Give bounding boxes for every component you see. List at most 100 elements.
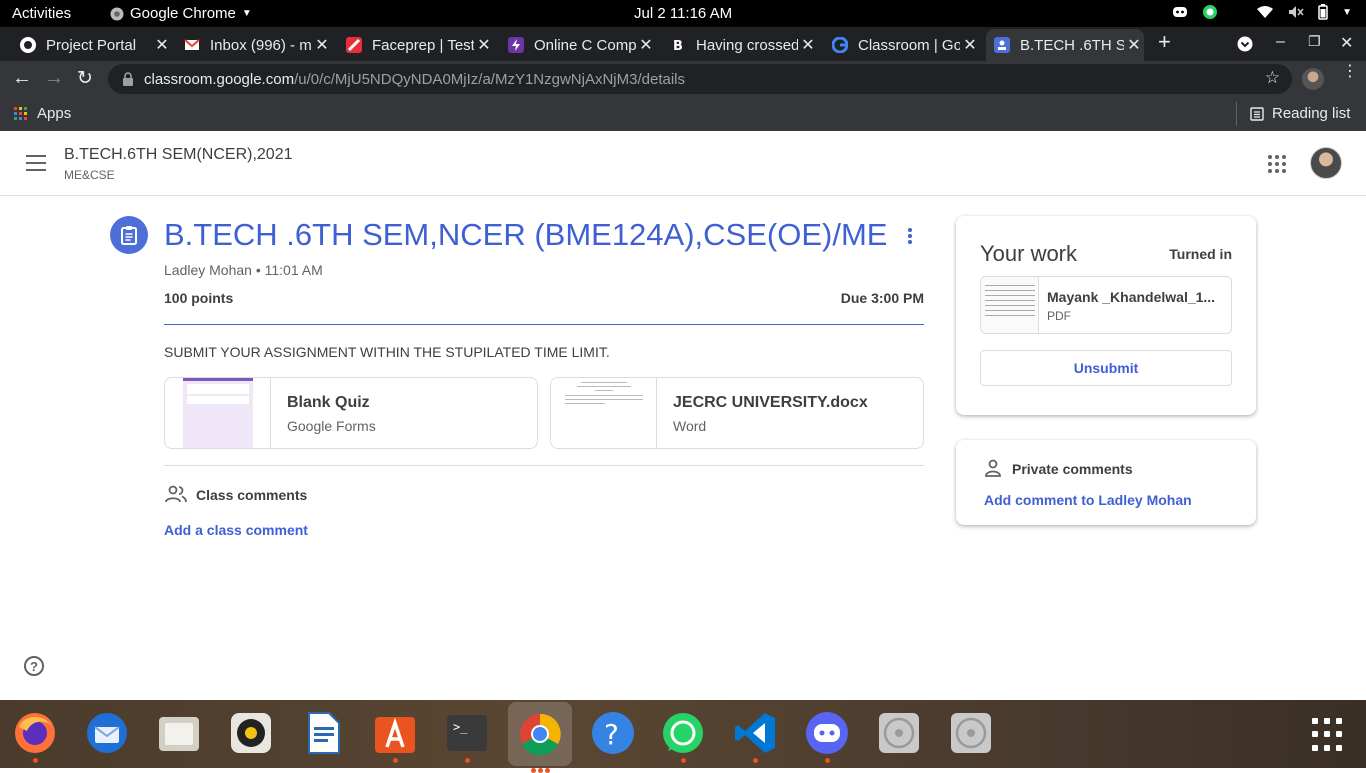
firefox-icon[interactable] [12, 710, 58, 763]
url-host: classroom.google.com [144, 70, 295, 88]
caret-down-icon: ▼ [241, 8, 252, 19]
profile-avatar[interactable] [1302, 68, 1324, 90]
whatsapp-icon[interactable] [660, 710, 706, 763]
google-apps-icon[interactable] [1268, 155, 1286, 173]
show-apps-icon[interactable] [1312, 718, 1346, 752]
whatsapp-tray-icon [1203, 5, 1218, 19]
files-icon[interactable] [156, 710, 202, 756]
svg-text:>_: >_ [453, 720, 468, 734]
person-icon [985, 459, 1001, 477]
google-icon [832, 37, 848, 53]
close-tab-icon[interactable]: ✕ [798, 35, 818, 55]
address-bar[interactable]: classroom.google.com/u/0/c/MjU5NDQyNDA0M… [108, 64, 1292, 94]
close-tab-icon[interactable]: ✕ [1124, 35, 1144, 55]
file-type: PDF [1047, 309, 1071, 323]
class-name-link[interactable]: B.TECH.6TH SEM(NCER),2021 [64, 146, 293, 164]
forward-arrow-icon[interactable]: → [44, 67, 64, 90]
thunderbird-icon[interactable] [84, 710, 130, 756]
forms-thumbnail [165, 378, 271, 448]
class-section: ME&CSE [64, 168, 115, 182]
tab-having-crossed[interactable]: B Having crossed ✕ [662, 29, 818, 61]
disc-icon[interactable] [876, 710, 922, 756]
submission-status: Turned in [1169, 246, 1232, 262]
your-work-title: Your work [980, 241, 1078, 266]
tab-title: Online C Comp [534, 36, 636, 54]
divider [164, 465, 924, 466]
main-menu-icon[interactable] [26, 155, 46, 171]
discord-icon[interactable] [804, 710, 850, 763]
app-name: Google Chrome [130, 5, 236, 22]
close-tab-icon[interactable]: ✕ [960, 35, 980, 55]
faceprep-icon [346, 37, 362, 53]
help-icon[interactable]: ? [590, 710, 636, 756]
help-icon[interactable]: ? [24, 656, 44, 676]
submitted-file[interactable]: Mayank _Khandelwal_1... PDF [980, 276, 1232, 334]
attachment-blank-quiz[interactable]: Blank Quiz Google Forms [164, 377, 538, 449]
tab-project-portal[interactable]: Project Portal ✕ [12, 29, 172, 61]
instructions: SUBMIT YOUR ASSIGNMENT WITHIN THE STUPIL… [164, 344, 610, 360]
close-tab-icon[interactable]: ✕ [312, 35, 332, 55]
battery-icon [1318, 4, 1328, 20]
new-tab-icon[interactable]: + [1158, 29, 1171, 55]
close-tab-icon[interactable]: ✕ [152, 35, 172, 55]
svg-text:?: ? [604, 718, 619, 751]
tab-title: Project Portal [46, 36, 137, 54]
reading-list-button[interactable]: Reading list [1250, 105, 1350, 122]
add-private-comment-link[interactable]: Add comment to Ladley Mohan [984, 492, 1192, 508]
power-menu-icon: ▼ [1342, 6, 1352, 18]
volume-icon [1289, 6, 1304, 18]
terminal-icon[interactable]: >_ [444, 710, 490, 763]
unsubmit-button[interactable]: Unsubmit [980, 350, 1232, 386]
tab-btech-active[interactable]: B.TECH .6TH SE ✕ [986, 29, 1144, 61]
vscode-icon[interactable] [732, 710, 778, 763]
close-tab-icon[interactable]: ✕ [636, 35, 656, 55]
divider [164, 324, 924, 325]
more-options-icon[interactable] [908, 228, 914, 246]
tab-search-icon[interactable] [1237, 36, 1253, 52]
account-avatar[interactable] [1310, 147, 1342, 179]
discord-tray-icon [1173, 7, 1188, 17]
browser-toolbar: ← → ↻ classroom.google.com/u/0/c/MjU5NDQ… [0, 61, 1366, 97]
chrome-icon[interactable] [508, 702, 572, 773]
tab-online-c-compiler[interactable]: Online C Comp ✕ [500, 29, 656, 61]
tab-faceprep[interactable]: Faceprep | Test ✕ [338, 29, 494, 61]
bing-icon: B [673, 39, 683, 53]
apps-bookmark[interactable]: Apps [14, 105, 71, 122]
app-menu[interactable]: Google Chrome ▼ [110, 5, 252, 22]
svg-text:B: B [673, 39, 683, 53]
due-date: Due 3:00 PM [840, 290, 924, 306]
chrome-menu-icon[interactable]: ⋮ [1342, 64, 1358, 80]
private-comments-card: Private comments Add comment to Ladley M… [956, 440, 1256, 525]
reload-icon[interactable]: ↻ [77, 67, 93, 90]
url-path: /u/0/c/MjU5NDQyNDA0MjIz/a/MzY1NzgwNjAxNj… [294, 70, 686, 88]
bookmarks-divider [1236, 102, 1237, 126]
tab-classroom[interactable]: Classroom | Go ✕ [824, 29, 980, 61]
system-tray[interactable]: ▼ [1172, 4, 1352, 20]
apps-label: Apps [37, 105, 72, 122]
docx-thumbnail [551, 378, 657, 448]
rhythmbox-icon[interactable] [228, 710, 274, 756]
wifi-icon [1257, 6, 1274, 18]
assignment-icon [110, 216, 148, 254]
system-top-bar: Activities Google Chrome ▼ Jul 2 11:16 A… [0, 0, 1366, 27]
classroom-page: B.TECH.6TH SEM(NCER),2021 ME&CSE B.TECH … [0, 131, 1366, 700]
add-class-comment-link[interactable]: Add a class comment [164, 522, 308, 538]
window-close-icon[interactable]: ✕ [1340, 33, 1353, 53]
attachment-jecrc-docx[interactable]: JECRC UNIVERSITY.docx Word [550, 377, 924, 449]
disc-icon[interactable] [948, 710, 994, 756]
activities-button[interactable]: Activities [12, 5, 71, 22]
tab-title: B.TECH .6TH SE [1020, 36, 1124, 54]
classroom-header: B.TECH.6TH SEM(NCER),2021 ME&CSE [0, 131, 1366, 196]
class-comments-label: Class comments [196, 487, 308, 503]
tab-inbox[interactable]: Inbox (996) - m ✕ [176, 29, 332, 61]
clock[interactable]: Jul 2 11:16 AM [634, 5, 732, 22]
libreoffice-writer-icon[interactable] [300, 710, 346, 756]
close-tab-icon[interactable]: ✕ [474, 35, 494, 55]
back-arrow-icon[interactable]: ← [12, 67, 32, 90]
tab-title: Inbox (996) - m [210, 36, 312, 54]
bookmark-star-icon[interactable]: ☆ [1265, 68, 1280, 88]
minimize-icon[interactable]: – [1276, 33, 1285, 51]
software-icon[interactable] [372, 710, 418, 763]
maximize-icon[interactable]: ❐ [1308, 33, 1321, 50]
attachment-type: Google Forms [287, 418, 376, 434]
